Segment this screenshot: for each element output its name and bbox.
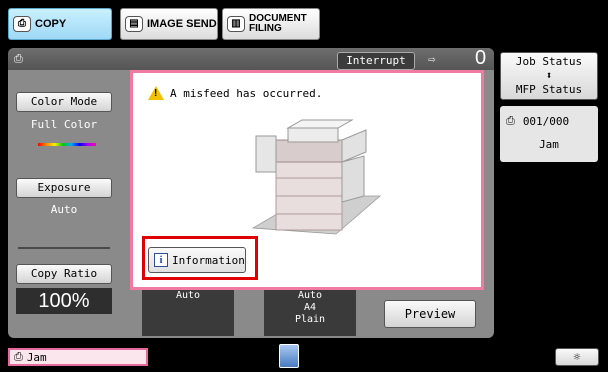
tab-document-filing[interactable]: ▥ DOCUMENT FILING: [222, 8, 320, 40]
misfeed-message: A misfeed has occurred.: [148, 86, 322, 100]
toggle-arrows-icon: ⬍: [545, 69, 553, 82]
output-tray-icon: ⇨: [428, 52, 436, 66]
brightness-button[interactable]: ☼: [555, 348, 599, 366]
tab-copy[interactable]: ⎙ COPY: [8, 8, 112, 40]
job-state: Jam: [539, 138, 559, 151]
info-icon: i: [154, 253, 168, 267]
tab-copy-label: COPY: [35, 18, 67, 30]
copy-ratio-button[interactable]: Copy Ratio: [16, 264, 112, 284]
jam-label: Jam: [26, 350, 47, 364]
copier-icon: ⎙: [14, 52, 23, 65]
setting-box-original[interactable]: Auto: [142, 288, 234, 336]
job-queue-entry[interactable]: ⎙ 001/000: [506, 114, 569, 128]
jam-copier-icon: ⎙: [14, 350, 23, 363]
color-mode-value: Full Color: [30, 118, 98, 131]
copy-count: 0: [475, 47, 487, 69]
exposure-button[interactable]: Exposure: [16, 178, 112, 198]
interrupt-button[interactable]: Interrupt: [337, 52, 415, 70]
setting-box-paper-line3: Plain: [294, 314, 326, 325]
color-swatch-bar: [38, 143, 96, 146]
setting-box-original-value: Auto: [175, 290, 201, 301]
job-copier-icon: ⎙: [506, 114, 515, 127]
setting-box-paper-line2: A4: [303, 302, 317, 313]
warning-icon: [148, 86, 164, 100]
copier-illustration: [251, 119, 382, 235]
tab-document-filing-label: DOCUMENT FILING: [249, 14, 307, 34]
job-counter: 001/000: [522, 114, 570, 128]
image-send-icon: ▤: [125, 16, 143, 32]
misfeed-message-text: A misfeed has occurred.: [170, 86, 323, 100]
exposure-value: Auto: [50, 203, 78, 216]
jam-indicator[interactable]: ⎙ Jam: [8, 348, 148, 366]
color-mode-button[interactable]: Color Mode: [16, 92, 112, 112]
divider: [18, 247, 110, 249]
setting-box-paper-line1: Auto: [297, 290, 323, 301]
information-button[interactable]: i Information: [148, 247, 246, 273]
mfp-status-label: MFP Status: [515, 83, 583, 96]
information-button-label: Information: [172, 253, 245, 267]
copy-ratio-value: 100%: [16, 288, 112, 314]
document-icon[interactable]: [279, 344, 299, 368]
tab-image-send-label: IMAGE SEND: [147, 18, 217, 30]
panel-header: [8, 48, 494, 70]
copy-icon: ⎙: [13, 16, 31, 32]
brightness-icon: ☼: [573, 350, 581, 364]
tab-image-send[interactable]: ▤ IMAGE SEND: [120, 8, 218, 40]
document-filing-icon: ▥: [227, 16, 245, 32]
preview-button[interactable]: Preview: [384, 300, 476, 328]
setting-box-paper[interactable]: Auto A4 Plain: [264, 288, 356, 336]
job-status-label: Job Status: [515, 55, 583, 68]
tab-document-filing-line2: FILING: [249, 23, 282, 34]
job-status-button[interactable]: Job Status ⬍ MFP Status: [500, 52, 598, 100]
